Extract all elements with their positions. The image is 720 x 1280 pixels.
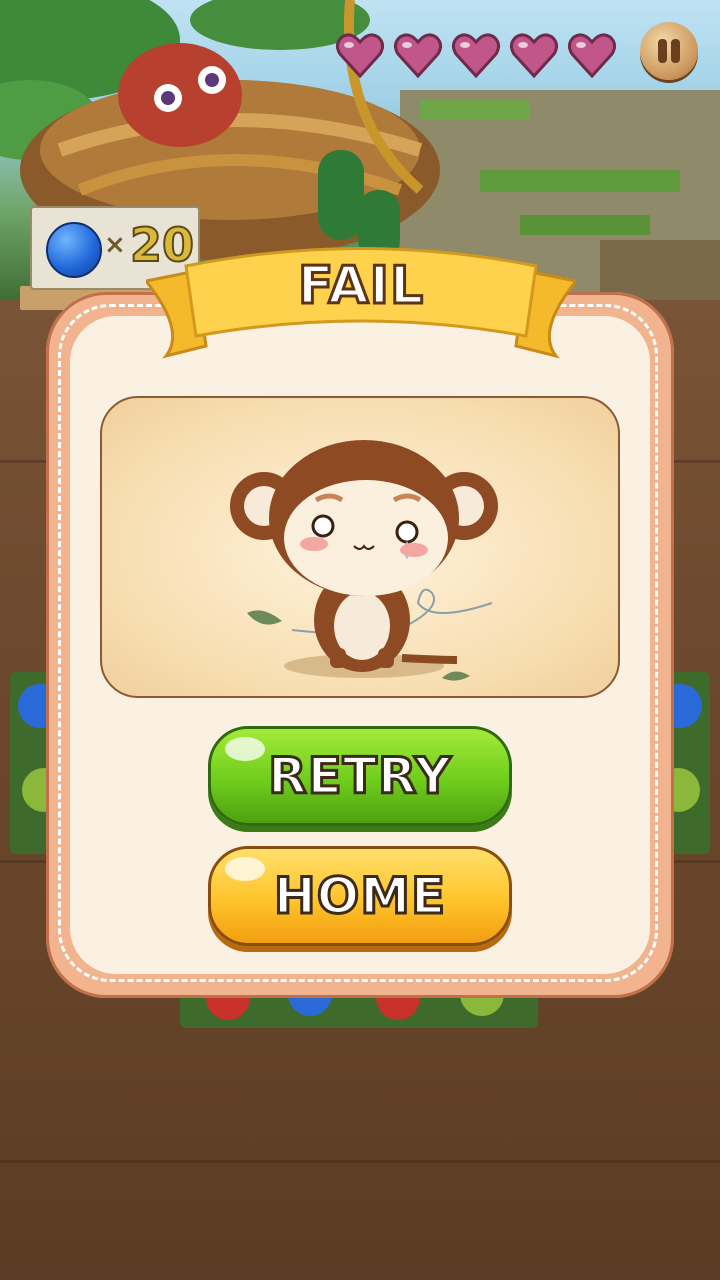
heart-icon bbox=[393, 33, 443, 79]
pause-button[interactable] bbox=[640, 22, 698, 80]
goal-multiplier: × bbox=[104, 230, 126, 260]
lives-hearts bbox=[334, 30, 618, 82]
heart-icon bbox=[567, 33, 617, 79]
heart-icon bbox=[335, 33, 385, 79]
dialog-title: FAIL bbox=[296, 255, 425, 318]
home-button[interactable]: HOME bbox=[208, 846, 512, 946]
pause-icon bbox=[658, 39, 667, 63]
heart-icon bbox=[451, 33, 501, 79]
title-ribbon: FAIL bbox=[143, 236, 579, 366]
heart-icon bbox=[509, 33, 559, 79]
home-button-label: HOME bbox=[272, 866, 447, 927]
crying-monkey-illustration bbox=[230, 440, 498, 681]
pause-icon-bar bbox=[671, 39, 680, 63]
plank-seam bbox=[0, 1160, 720, 1163]
character-frame bbox=[100, 396, 620, 698]
retry-button[interactable]: RETRY bbox=[208, 726, 512, 826]
blueberry-icon bbox=[46, 222, 102, 278]
retry-button-label: RETRY bbox=[267, 746, 453, 807]
